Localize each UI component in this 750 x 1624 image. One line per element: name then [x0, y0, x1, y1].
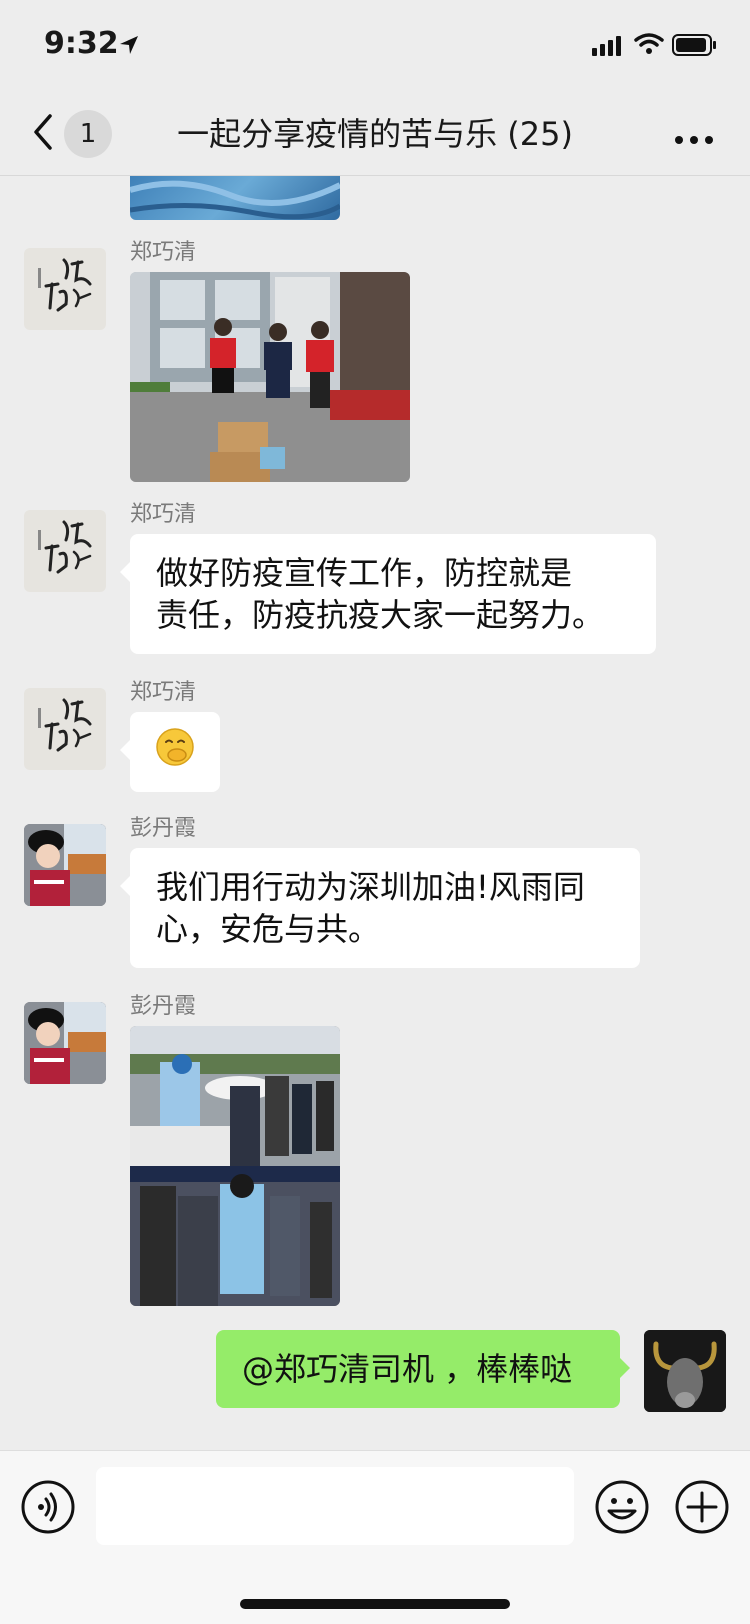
message-bubble[interactable]: 我们用行动为深圳加油!风雨同 心，安危与共。: [120, 848, 640, 968]
message-bubble[interactable]: [120, 712, 220, 792]
avatar[interactable]: [24, 688, 106, 770]
message-text: @郑巧清司机 ，棒棒哒: [242, 1350, 573, 1388]
message-bubble[interactable]: 做好防疫宣传工作，防控就是 责任，防疫抗疫大家一起努力。: [120, 534, 656, 654]
battery-icon: [672, 34, 718, 60]
back-icon[interactable]: [30, 112, 54, 156]
my-avatar[interactable]: [644, 1330, 726, 1412]
location-arrow-icon: [118, 34, 140, 60]
emoji-hand-over-mouth-icon: [155, 727, 195, 777]
message-image[interactable]: [130, 272, 410, 482]
more-icon[interactable]: [674, 130, 714, 149]
signal-icon: [592, 36, 624, 60]
input-bar: [0, 1450, 750, 1624]
chat-title: 一起分享疫情的苦与乐 (25): [177, 115, 573, 153]
message-input[interactable]: [96, 1467, 574, 1545]
sender-name: 郑巧清: [130, 680, 197, 705]
home-indicator: [240, 1599, 510, 1609]
status-time: 9:32: [44, 26, 119, 61]
message-text: 做好防疫宣传工作，防控就是: [156, 554, 573, 592]
emoji-icon[interactable]: [594, 1479, 650, 1539]
message-text: 我们用行动为深圳加油!风雨同: [156, 868, 585, 906]
avatar[interactable]: [24, 1002, 106, 1084]
avatar[interactable]: [24, 824, 106, 906]
my-message-bubble[interactable]: @郑巧清司机 ，棒棒哒: [216, 1330, 630, 1408]
message-list[interactable]: 郑巧清 郑巧清 做好防疫宣传工作，防控就是 责任，防疫抗疫大家一起努力。 郑巧清…: [0, 176, 750, 1450]
avatar[interactable]: [24, 248, 106, 330]
message-text: 责任，防疫抗疫大家一起努力。: [156, 596, 605, 634]
message-text: 心，安危与共。: [156, 910, 381, 948]
wifi-icon: [634, 32, 664, 60]
chat-header: 1 一起分享疫情的苦与乐 (25): [0, 92, 750, 176]
unread-count-badge[interactable]: 1: [64, 110, 112, 158]
message-image[interactable]: [130, 176, 340, 220]
sender-name: 彭丹霞: [130, 816, 197, 841]
message-image[interactable]: [130, 1026, 340, 1306]
sender-name: 郑巧清: [130, 240, 197, 265]
sender-name: 郑巧清: [130, 502, 197, 527]
sender-name: 彭丹霞: [130, 994, 197, 1019]
avatar[interactable]: [24, 510, 106, 592]
plus-icon[interactable]: [674, 1479, 730, 1539]
voice-icon[interactable]: [20, 1479, 76, 1539]
status-bar: 9:32: [0, 0, 750, 92]
